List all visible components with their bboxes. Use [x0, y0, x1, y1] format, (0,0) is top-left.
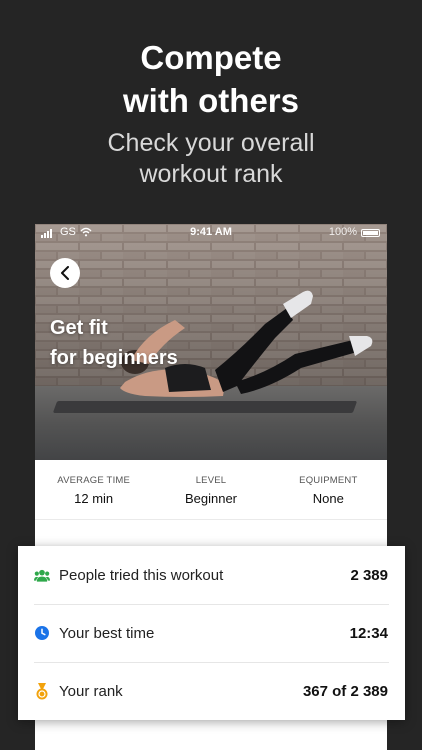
- info-label: People tried this workout: [59, 566, 224, 584]
- stat-average-time: AVERAGE TIME 12 min: [35, 460, 152, 519]
- medal-icon: [34, 682, 50, 699]
- stat-value: 12 min: [74, 491, 114, 506]
- info-row-people-tried: People tried this workout 2 389: [18, 546, 405, 604]
- battery-icon: [361, 229, 380, 237]
- info-value: 367 of 2 389: [302, 682, 388, 700]
- stat-label: EQUIPMENT: [299, 475, 358, 486]
- status-bar: GS 9:41 AM 100%: [35, 224, 387, 242]
- workout-hero-image: GS 9:41 AM 100% Get fit for beginners: [35, 224, 387, 460]
- stat-label: AVERAGE TIME: [57, 475, 131, 486]
- stat-value: Beginner: [184, 491, 238, 506]
- workout-title: Get fit for beginners: [50, 317, 178, 369]
- stat-level: LEVEL Beginner: [152, 460, 269, 519]
- info-row-rank: Your rank 367 of 2 389: [18, 662, 405, 720]
- battery-percentage: 100%: [328, 226, 357, 238]
- workout-stats: AVERAGE TIME 12 min LEVEL Beginner EQUIP…: [35, 460, 387, 520]
- stat-equipment: EQUIPMENT None: [270, 460, 387, 519]
- back-button[interactable]: [50, 258, 80, 288]
- info-label: Your rank: [59, 682, 123, 700]
- stat-value: None: [312, 491, 344, 506]
- promo-subtitle: Check your overall workout rank: [107, 129, 315, 188]
- workout-rank-card: People tried this workout 2 389 Your bes…: [18, 546, 405, 720]
- chevron-left-icon: [61, 266, 69, 280]
- info-row-best-time: Your best time 12:34: [18, 604, 405, 662]
- info-label: Your best time: [59, 624, 155, 642]
- info-value: 12:34: [349, 624, 388, 642]
- promo-title: Compete with others: [122, 39, 299, 119]
- clock-icon: [34, 625, 50, 641]
- info-value: 2 389: [350, 566, 388, 584]
- stat-label: LEVEL: [195, 475, 227, 486]
- people-icon: [34, 567, 50, 583]
